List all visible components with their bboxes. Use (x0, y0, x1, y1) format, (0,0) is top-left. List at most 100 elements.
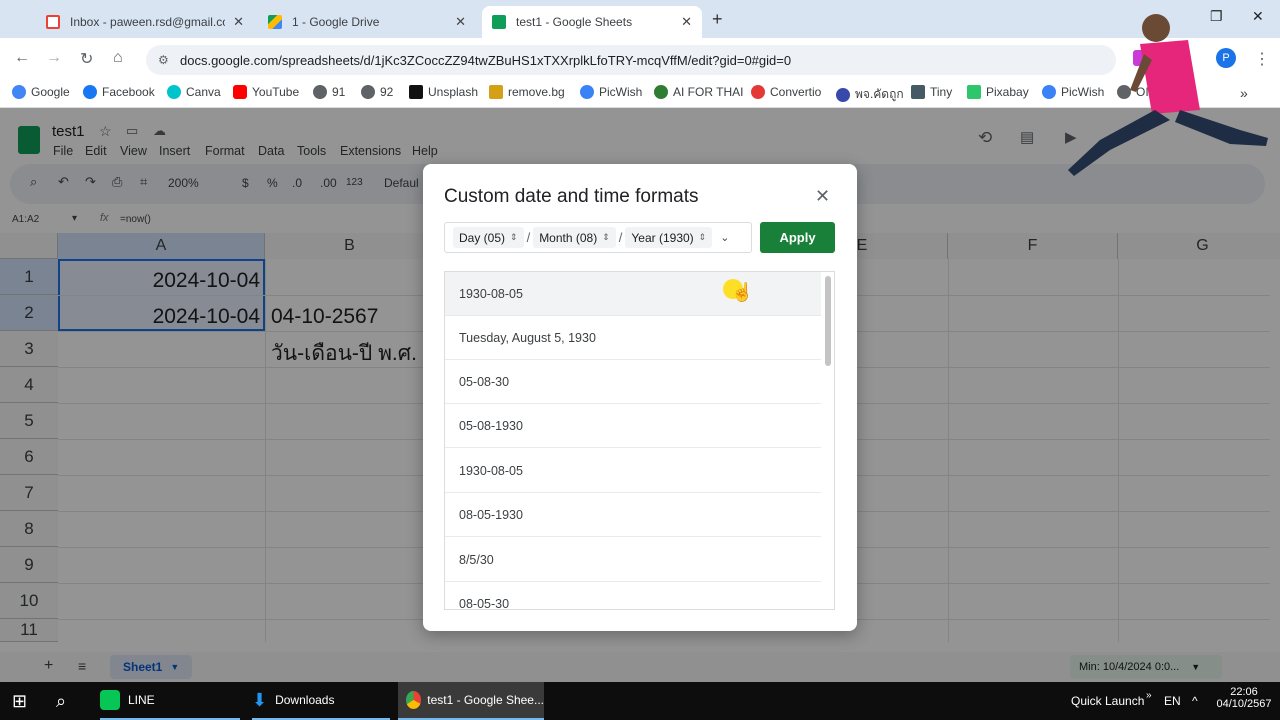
drive-icon (268, 15, 282, 29)
chevron-icon[interactable]: » (1146, 676, 1152, 714)
bookmark-canva[interactable]: Canva (167, 85, 221, 99)
tab-drive[interactable]: 1 - Google Drive ✕ (258, 6, 476, 38)
tab-label: 1 - Google Drive (292, 15, 380, 29)
bookmark-label: remove.bg (508, 85, 565, 99)
format-option[interactable]: 8/5/30 (445, 538, 821, 582)
bookmark-label: 91 (332, 85, 346, 99)
scrollbar[interactable] (825, 276, 831, 366)
close-icon[interactable]: ✕ (455, 14, 466, 30)
bookmark-unsplash[interactable]: Unsplash (409, 85, 478, 99)
bookmark-91[interactable]: 91 (313, 85, 345, 99)
bookmark-tiny[interactable]: Tiny (911, 85, 952, 99)
tab-gmail[interactable]: Inbox - paween.rsd@gmail.com ✕ (36, 6, 254, 38)
bookmark-label: Pixabay (986, 85, 1029, 99)
ai-icon (654, 85, 668, 99)
taskbar-label: test1 - Google Shee... (427, 693, 544, 707)
reload-icon[interactable]: ↻ (80, 49, 93, 69)
url-text: docs.google.com/spreadsheets/d/1jKc3ZCoc… (180, 52, 792, 68)
bookmark-label: พจ.คัดถูก (855, 87, 904, 101)
chip-label: Month (08) (539, 230, 598, 245)
taskbar-label: LINE (128, 693, 155, 707)
format-input[interactable]: Day (05) ⇕ / Month (08) ⇕ / Year (1930) ⇕ ⌄ (444, 222, 752, 253)
clock-date: 04/10/2567 (1216, 698, 1272, 710)
bookmark-label: Unsplash (428, 85, 479, 99)
bookmark-label: Google (31, 85, 70, 99)
bookmark-picwish[interactable]: PicWish (580, 85, 642, 99)
line-icon (100, 690, 120, 710)
bookmark-pixabay[interactable]: Pixabay (967, 85, 1029, 99)
quick-launch[interactable]: Quick Launch (1071, 682, 1144, 720)
gmail-icon (46, 15, 60, 29)
picwish-icon (580, 85, 594, 99)
presenter-leg (1175, 110, 1268, 146)
bookmark-removebg[interactable]: remove.bg (489, 85, 565, 99)
bookmark-label: YouTube (252, 85, 300, 99)
separator[interactable]: / (619, 230, 623, 245)
screen: Inbox - paween.rsd@gmail.com ✕ 1 - Googl… (0, 0, 1280, 720)
chip-label: Year (1930) (631, 230, 694, 245)
youtube-icon (233, 85, 247, 99)
bookmark-youtube[interactable]: YouTube (233, 85, 299, 99)
format-option[interactable]: 1930-08-05 (445, 272, 821, 316)
presenter-head (1142, 14, 1170, 42)
tiny-icon (911, 85, 925, 99)
format-option[interactable]: 05-08-30 (445, 360, 821, 404)
clock-time: 22:06 (1230, 686, 1258, 698)
removebg-icon (489, 85, 503, 99)
dialog-title: Custom date and time formats (444, 186, 699, 207)
close-icon[interactable]: ✕ (233, 14, 244, 30)
taskbar-app-line[interactable]: LINE (100, 682, 240, 720)
apply-button[interactable]: Apply (760, 222, 835, 253)
bookmark-label: PicWish (599, 85, 643, 99)
updown-icon[interactable]: ⇕ (699, 232, 707, 243)
chevron-down-icon[interactable]: ⌄ (720, 231, 729, 244)
taskbar-app-chrome[interactable]: test1 - Google Shee... (398, 682, 544, 720)
clock[interactable]: 22:06 04/10/2567 (1214, 686, 1274, 710)
custom-date-format-dialog: Custom date and time formats ✕ Day (05) ⇕… (423, 164, 857, 631)
bookmark-convertio[interactable]: Convertio (751, 85, 821, 99)
format-option[interactable]: 08-05-30 (445, 582, 821, 610)
separator[interactable]: / (527, 230, 531, 245)
close-icon[interactable]: ✕ (815, 186, 830, 207)
format-option[interactable]: 05-08-1930 (445, 404, 821, 448)
back-icon[interactable]: ← (14, 49, 30, 67)
bookmark-thai[interactable]: พจ.คัดถูก (836, 85, 904, 104)
site-info-icon[interactable]: ⚙ (158, 53, 169, 67)
globe-icon (313, 85, 327, 99)
close-icon[interactable]: ✕ (681, 14, 692, 30)
new-tab-button[interactable]: + (712, 9, 723, 30)
month-chip[interactable]: Month (08) ⇕ (533, 227, 616, 248)
year-chip[interactable]: Year (1930) ⇕ (625, 227, 713, 248)
pixabay-icon (967, 85, 981, 99)
google-icon (12, 85, 26, 99)
url-bar[interactable]: ⚙ docs.google.com/spreadsheets/d/1jKc3ZC… (146, 45, 1116, 75)
bookmark-facebook[interactable]: Facebook (83, 85, 155, 99)
taskbar-app-downloads[interactable]: ⬇ Downloads (252, 682, 390, 720)
tab-label: Inbox - paween.rsd@gmail.com (70, 15, 226, 29)
download-icon: ⬇ (252, 689, 268, 710)
updown-icon[interactable]: ⇕ (602, 232, 610, 243)
format-option[interactable]: 08-05-1930 (445, 493, 821, 537)
bookmark-label: AI FOR THAI (673, 85, 744, 99)
bookmark-google[interactable]: Google (12, 85, 70, 99)
taskbar-label: Downloads (275, 693, 335, 707)
forward-icon[interactable]: → (46, 49, 62, 67)
bookmark-ai-for-thai[interactable]: AI FOR THAI (654, 85, 743, 99)
language-indicator[interactable]: EN (1164, 682, 1181, 720)
unsplash-icon (409, 85, 423, 99)
tray-chevron-icon[interactable]: ^ (1192, 682, 1198, 720)
bookmark-92[interactable]: 92 (361, 85, 393, 99)
updown-icon[interactable]: ⇕ (510, 232, 518, 243)
search-icon[interactable]: ⌕ (56, 682, 66, 720)
windows-start-icon[interactable]: ⊞ (12, 682, 27, 720)
bookmark-label: Facebook (102, 85, 155, 99)
picwish-icon (1042, 85, 1056, 99)
tab-label: test1 - Google Sheets (516, 15, 633, 29)
globe-icon (361, 85, 375, 99)
home-icon[interactable]: ⌂ (113, 49, 123, 67)
format-option[interactable]: 1930-08-05 (445, 449, 821, 493)
day-chip[interactable]: Day (05) ⇕ (453, 227, 524, 248)
format-option[interactable]: Tuesday, August 5, 1930 (445, 316, 821, 360)
convertio-icon (751, 85, 765, 99)
tab-sheets[interactable]: test1 - Google Sheets ✕ (482, 6, 702, 38)
